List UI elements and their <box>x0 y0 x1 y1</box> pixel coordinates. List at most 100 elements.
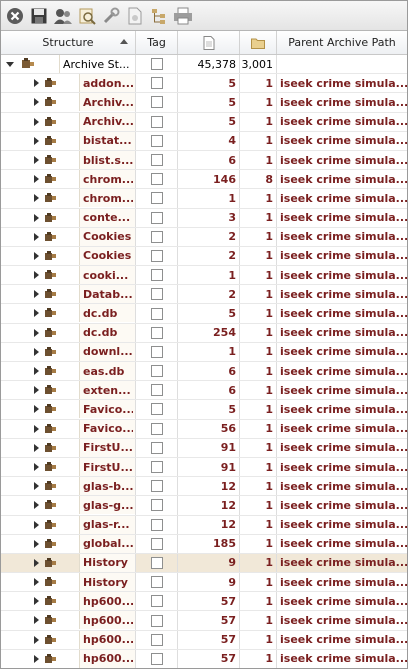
tag-checkbox[interactable] <box>150 58 163 71</box>
expand-arrow-icon[interactable] <box>34 271 39 280</box>
expand-arrow-icon[interactable] <box>34 155 39 164</box>
tree-row[interactable]: Cookies 2 1 iseek crime simula... <box>1 227 407 247</box>
tree-row[interactable]: conte... 3 1 iseek crime simula... <box>1 208 407 228</box>
tag-checkbox[interactable] <box>150 652 163 665</box>
header-structure[interactable]: Structure <box>1 31 136 54</box>
expand-arrow-icon[interactable] <box>34 578 39 587</box>
tag-users-button[interactable] <box>52 5 73 27</box>
tree-row[interactable]: chrom... 1 1 iseek crime simula... <box>1 189 407 209</box>
tag-checkbox[interactable] <box>150 633 163 646</box>
tree-row[interactable]: dc.db 254 1 iseek crime simula... <box>1 323 407 343</box>
expand-arrow-icon[interactable] <box>34 328 39 337</box>
expand-arrow-icon[interactable] <box>34 462 39 471</box>
expand-arrow-icon[interactable] <box>34 175 39 184</box>
tree-row[interactable]: Datab... 2 1 iseek crime simula... <box>1 285 407 305</box>
tools-button[interactable] <box>100 5 121 27</box>
header-tag[interactable]: Tag <box>136 31 178 54</box>
tree-row[interactable]: glas-b... 12 1 iseek crime simula... <box>1 477 407 497</box>
tag-checkbox[interactable] <box>150 115 163 128</box>
tree-row[interactable]: global... 185 1 iseek crime simula... <box>1 534 407 554</box>
expand-arrow-icon[interactable] <box>34 405 39 414</box>
expand-arrow-icon[interactable] <box>34 501 39 510</box>
header-parent-archive-path[interactable]: Parent Archive Path <box>277 31 407 54</box>
expand-arrow-icon[interactable] <box>34 654 39 663</box>
tag-checkbox[interactable] <box>150 441 163 454</box>
tree-row[interactable]: FirstU... 91 1 iseek crime simula... <box>1 438 407 458</box>
tag-checkbox[interactable] <box>150 173 163 186</box>
search-document-button[interactable] <box>76 5 97 27</box>
tree-row[interactable]: addon... 5 1 iseek crime simula... <box>1 74 407 94</box>
tree-row[interactable]: hp600... 57 1 iseek crime simula... <box>1 649 407 668</box>
expand-arrow-icon[interactable] <box>34 520 39 529</box>
tree-row[interactable]: eas.db 6 1 iseek crime simula... <box>1 362 407 382</box>
tag-checkbox[interactable] <box>150 576 163 589</box>
tag-checkbox[interactable] <box>150 403 163 416</box>
tree-row[interactable]: glas-g... 12 1 iseek crime simula... <box>1 496 407 516</box>
tree-row[interactable]: hp600... 57 1 iseek crime simula... <box>1 630 407 650</box>
expand-arrow-icon[interactable] <box>34 386 39 395</box>
expand-arrow-icon[interactable] <box>34 232 39 241</box>
tree-row[interactable]: downl... 1 1 iseek crime simula... <box>1 342 407 362</box>
tag-checkbox[interactable] <box>150 77 163 90</box>
expand-arrow-icon[interactable] <box>34 98 39 107</box>
tag-checkbox[interactable] <box>150 326 163 339</box>
tag-checkbox[interactable] <box>150 96 163 109</box>
tree-row[interactable]: History 9 1 iseek crime simula... <box>1 573 407 593</box>
tree-button[interactable] <box>148 5 169 27</box>
tag-checkbox[interactable] <box>150 249 163 262</box>
tree-row-selected[interactable]: History 9 1 iseek crime simula... <box>1 553 407 574</box>
tag-checkbox[interactable] <box>150 134 163 147</box>
expand-arrow-icon[interactable] <box>34 635 39 644</box>
tag-checkbox[interactable] <box>150 230 163 243</box>
tree-row[interactable]: chrom... 146 8 iseek crime simula... <box>1 170 407 190</box>
header-size[interactable] <box>178 31 240 54</box>
document-button[interactable] <box>124 5 145 27</box>
expand-arrow-icon[interactable] <box>34 309 39 318</box>
tag-checkbox[interactable] <box>150 480 163 493</box>
expand-arrow-icon[interactable] <box>34 251 39 260</box>
tree-row[interactable]: Favico... 56 1 iseek crime simula... <box>1 419 407 439</box>
tree-row[interactable]: hp600... 57 1 iseek crime simula... <box>1 592 407 612</box>
tag-checkbox[interactable] <box>150 288 163 301</box>
expand-arrow-icon[interactable] <box>34 539 39 548</box>
tag-checkbox[interactable] <box>150 307 163 320</box>
tree-row[interactable]: cooki... 1 1 iseek crime simula... <box>1 266 407 286</box>
expand-arrow-icon[interactable] <box>34 117 39 126</box>
tag-checkbox[interactable] <box>150 384 163 397</box>
expand-arrow-icon[interactable] <box>34 424 39 433</box>
header-count[interactable] <box>240 31 277 54</box>
tag-checkbox[interactable] <box>150 345 163 358</box>
expand-arrow-icon[interactable] <box>34 482 39 491</box>
tag-checkbox[interactable] <box>150 422 163 435</box>
tree-row[interactable]: Archiv... 5 1 iseek crime simula... <box>1 93 407 113</box>
tag-checkbox[interactable] <box>150 154 163 167</box>
expand-arrow-icon[interactable] <box>34 347 39 356</box>
expand-arrow-icon[interactable] <box>34 136 39 145</box>
tag-checkbox[interactable] <box>150 556 163 569</box>
tag-checkbox[interactable] <box>150 518 163 531</box>
save-button[interactable] <box>28 5 49 27</box>
expand-arrow-icon[interactable] <box>34 194 39 203</box>
expand-arrow-icon[interactable] <box>34 213 39 222</box>
close-button[interactable] <box>4 5 25 27</box>
tag-checkbox[interactable] <box>150 595 163 608</box>
tag-checkbox[interactable] <box>150 365 163 378</box>
tree-row[interactable]: exten... 6 1 iseek crime simula... <box>1 381 407 401</box>
expand-arrow-icon[interactable] <box>34 79 39 88</box>
expand-arrow-icon[interactable] <box>34 597 39 606</box>
print-button[interactable] <box>172 5 193 27</box>
expand-arrow-icon[interactable] <box>34 290 39 299</box>
tag-checkbox[interactable] <box>150 461 163 474</box>
expand-arrow-icon[interactable] <box>34 558 39 567</box>
tree-row[interactable]: glas-r... 12 1 iseek crime simula... <box>1 515 407 535</box>
tag-checkbox[interactable] <box>150 614 163 627</box>
tree-row[interactable]: bistat... 4 1 iseek crime simula... <box>1 131 407 151</box>
tag-checkbox[interactable] <box>150 211 163 224</box>
expand-arrow-icon[interactable] <box>34 443 39 452</box>
tag-checkbox[interactable] <box>150 192 163 205</box>
tag-checkbox[interactable] <box>150 499 163 512</box>
tag-checkbox[interactable] <box>150 537 163 550</box>
tree-row[interactable]: Archiv... 5 1 iseek crime simula... <box>1 112 407 132</box>
tag-checkbox[interactable] <box>150 269 163 282</box>
expand-arrow-icon[interactable] <box>34 616 39 625</box>
